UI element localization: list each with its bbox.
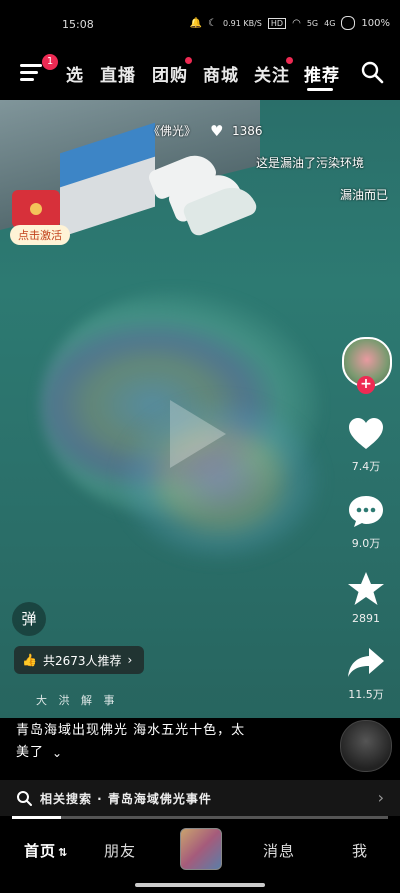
comment-count: 9.0万 xyxy=(351,537,381,550)
progress-fill xyxy=(12,816,61,819)
heart-icon: ♥ xyxy=(210,122,224,140)
tab-select[interactable]: 选 xyxy=(66,61,84,86)
danmu-toggle[interactable]: 弹 xyxy=(12,602,46,636)
tab-recommend[interactable]: 推荐 xyxy=(304,61,340,86)
share-count: 11.5万 xyxy=(348,688,384,701)
bell-icon: 🔔 xyxy=(189,17,203,29)
danmu-comment: 漏油而已 xyxy=(340,188,389,202)
comment-icon[interactable] xyxy=(348,494,384,528)
share-arrow-icon[interactable] xyxy=(347,647,385,679)
recommend-button[interactable]: 👍 共2673人推荐 › xyxy=(14,646,145,674)
group-buy-dot xyxy=(185,57,192,64)
tab-friends[interactable]: 朋友 xyxy=(104,840,136,861)
menu-badge: 1 xyxy=(42,54,58,70)
following-dot xyxy=(286,57,293,64)
tab-messages[interactable]: 消息 xyxy=(263,840,295,861)
active-tab-indicator xyxy=(307,88,333,91)
video-progress-bar[interactable] xyxy=(12,816,388,819)
tab-group-buy[interactable]: 团购 xyxy=(152,61,188,86)
bottom-nav: 首页 ⇅ 朋友 消息 我 xyxy=(0,820,400,893)
favorite-count: 2891 xyxy=(352,612,380,625)
signal-4g: 4G xyxy=(324,18,336,28)
create-button[interactable] xyxy=(180,828,222,870)
network-speed: 0.91 KB/S xyxy=(223,18,262,28)
follow-plus-icon[interactable]: + xyxy=(357,376,375,394)
status-time: 15:08 xyxy=(62,18,94,31)
chevron-right-icon: › xyxy=(127,653,133,667)
tab-me[interactable]: 我 xyxy=(352,840,368,861)
recommend-label: 共2673人推荐 xyxy=(42,653,122,668)
danmu-likes: 1386 xyxy=(232,124,263,138)
video-player[interactable]: 《佛光》 ♥ 1386 这是漏油了污染环境 漏油而已 点击激活 弹 👍 共267… xyxy=(0,100,400,720)
search-icon[interactable] xyxy=(360,60,384,84)
caption-line-1: 青岛海域出现佛光 海水五光十色，太 xyxy=(16,723,246,738)
red-packet-icon[interactable] xyxy=(12,190,60,228)
chevron-down-icon[interactable]: ⌄ xyxy=(52,742,63,764)
like-heart-icon[interactable] xyxy=(348,417,384,451)
tab-following[interactable]: 关注 xyxy=(254,61,290,86)
favorite-star-icon[interactable] xyxy=(347,571,385,607)
video-caption[interactable]: 青岛海域出现佛光 海水五光十色，太 美了 ⌄ xyxy=(16,720,332,764)
watermark: 大 洪 解 事 xyxy=(36,694,119,707)
top-nav: 1 选 直播 团购 商城 关注 推荐 xyxy=(0,48,400,100)
caption-line-2: 美了 xyxy=(16,745,45,760)
status-icons: 🔔 ☾ 0.91 KB/S HD ◠ 5G 4G 100% xyxy=(190,16,390,30)
activate-button[interactable]: 点击激活 xyxy=(10,225,70,245)
author-thumbnail[interactable] xyxy=(340,720,392,772)
tab-mall[interactable]: 商城 xyxy=(203,61,239,86)
chevron-right-icon: › xyxy=(377,788,384,807)
moon-icon: ☾ xyxy=(208,17,218,29)
wifi-icon: ◠ xyxy=(292,17,301,29)
danmu-comment: 这是漏油了污染环境 xyxy=(256,156,365,170)
danmu-comment: 《佛光》 xyxy=(148,124,197,138)
search-icon xyxy=(17,791,32,806)
tab-home[interactable]: 首页 ⇅ xyxy=(24,840,68,861)
related-search-bar[interactable]: 相关搜索 · 青岛海域佛光事件 › xyxy=(0,780,400,816)
thumbs-up-icon: 👍 xyxy=(22,653,37,667)
home-indicator xyxy=(135,883,265,887)
signal-5g: 5G xyxy=(306,18,319,28)
battery-icon xyxy=(341,16,356,30)
status-bar: 15:08 🔔 ☾ 0.91 KB/S HD ◠ 5G 4G 100% xyxy=(0,0,400,48)
like-count: 7.4万 xyxy=(351,460,381,473)
hd-label: HD xyxy=(267,17,287,29)
related-search-label: 相关搜索 · 青岛海域佛光事件 xyxy=(40,792,212,806)
battery-percent: 100% xyxy=(361,17,390,29)
tab-live[interactable]: 直播 xyxy=(100,61,136,86)
play-icon[interactable] xyxy=(170,400,226,468)
